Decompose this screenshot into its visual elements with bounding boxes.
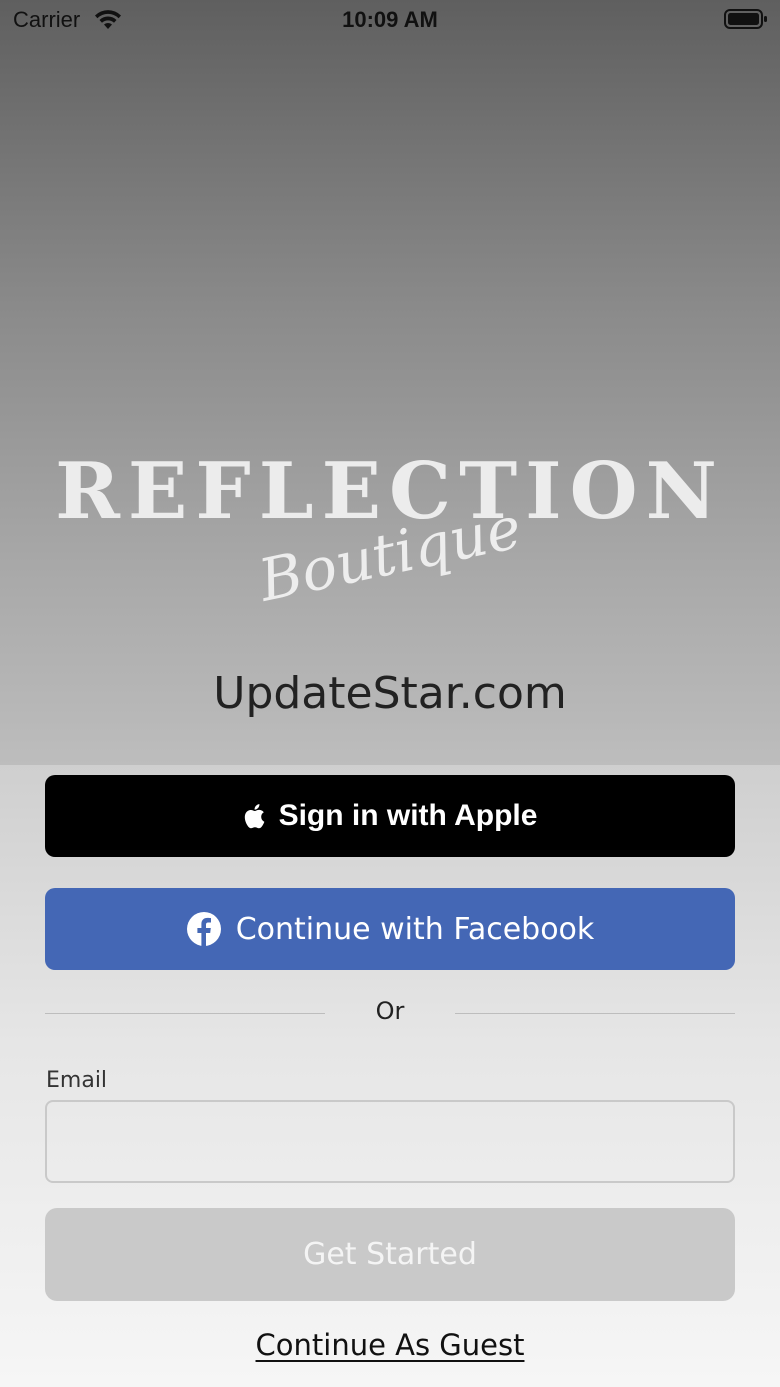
apple-logo-icon: [243, 803, 265, 829]
divider-right: [455, 1013, 735, 1014]
continue-with-facebook-button[interactable]: Continue with Facebook: [45, 888, 735, 970]
email-field[interactable]: [45, 1100, 735, 1183]
get-started-label: Get Started: [303, 1237, 477, 1272]
continue-as-guest-link[interactable]: Continue As Guest: [0, 1328, 780, 1362]
apple-button-label: Sign in with Apple: [278, 799, 538, 832]
facebook-logo-icon: [186, 911, 222, 947]
status-bar: Carrier 10:09 AM: [0, 0, 780, 40]
facebook-button-label: Continue with Facebook: [235, 911, 595, 947]
clock: 10:09 AM: [342, 7, 438, 32]
app-name: UpdateStar.com: [213, 668, 567, 719]
email-label: Email: [46, 1068, 108, 1093]
hero-background: [0, 0, 780, 765]
sign-in-with-apple-button[interactable]: Sign in with Apple: [45, 775, 735, 857]
get-started-button[interactable]: Get Started: [45, 1208, 735, 1301]
or-divider-label: Or: [375, 997, 405, 1025]
battery-icon: [724, 8, 768, 30]
